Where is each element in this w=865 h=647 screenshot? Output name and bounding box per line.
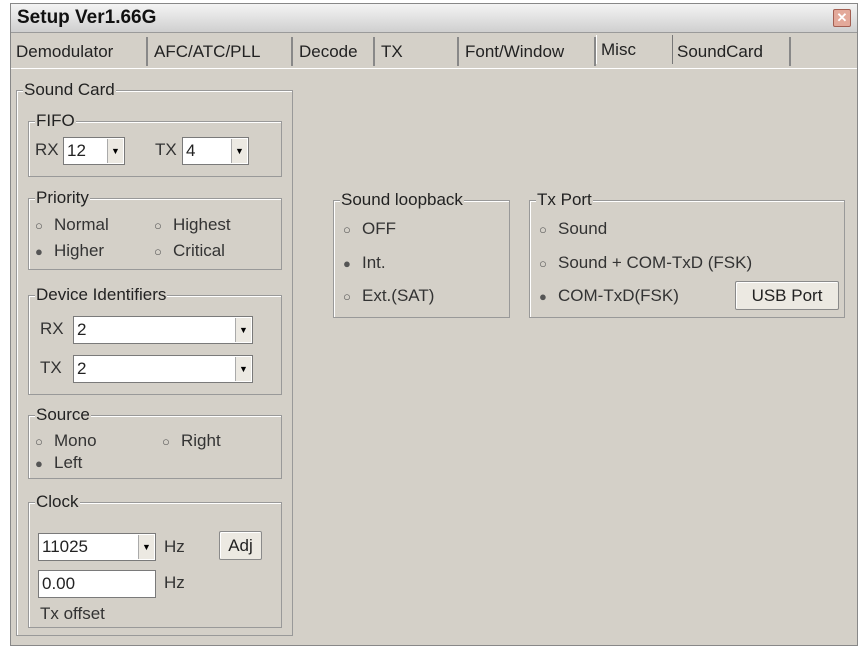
chevron-down-icon[interactable]: ▼ [235,318,251,342]
radio-icon: ○ [539,222,547,237]
tx-port-sound-fsk-label: Sound + COM-TxD (FSK) [558,253,753,272]
tx-offset-label: Tx offset [40,604,105,623]
sound-card-title: Sound Card [23,80,116,100]
chevron-down-icon[interactable]: ▼ [138,535,154,559]
tab-soundcard[interactable]: SoundCard [673,37,791,66]
radio-icon: ○ [35,434,43,449]
tx-offset-input[interactable]: 0.00 [38,570,156,598]
tab-tx[interactable]: TX [377,37,459,66]
tx-port-group: Tx Port ○ Sound ○ Sound + COM-TxD (FSK) ● C… [529,190,845,318]
device-rx-select[interactable]: 2 ▼ [73,316,253,344]
loopback-int-radio[interactable]: ● Int. [343,253,386,273]
source-group: Source ○ Mono ○ Right ● Left [28,405,282,479]
priority-group: Priority ○ Normal ○ Highest ● Higher ○ Criti… [28,188,282,270]
source-left-label: Left [54,453,83,472]
priority-critical-radio[interactable]: ○ Critical [154,241,225,261]
device-tx-label: TX [40,358,62,377]
tab-bar: Demodulator AFC/ATC/PLL Decode TX Font/W… [11,35,857,67]
fifo-group: FIFO RX 12 ▼ TX 4 ▼ [28,111,282,177]
tab-font-window[interactable]: Font/Window [461,37,596,66]
radio-icon: ○ [154,244,162,259]
radio-icon: ● [343,256,351,271]
tab-afc-atc-pll[interactable]: AFC/ATC/PLL [150,37,293,66]
priority-highest-label: Highest [173,215,231,234]
misc-panel: Sound Card FIFO RX 12 ▼ TX 4 ▼ Priority … [11,68,857,646]
tx-offset-value: 0.00 [42,574,76,593]
source-right-radio[interactable]: ○ Right [162,431,221,451]
radio-icon: ○ [154,218,162,233]
tx-port-com-txd-radio[interactable]: ● COM-TxD(FSK) [539,286,679,306]
tx-port-com-txd-label: COM-TxD(FSK) [558,286,679,305]
source-mono-radio[interactable]: ○ Mono [35,431,97,451]
fifo-title: FIFO [35,111,76,131]
source-left-radio[interactable]: ● Left [35,453,82,473]
clock-rate-unit: Hz [164,537,185,556]
adj-button[interactable]: Adj [219,531,262,560]
tab-decode[interactable]: Decode [295,37,375,66]
title-bar: Setup Ver1.66G ✕ [11,4,857,33]
priority-normal-radio[interactable]: ○ Normal [35,215,109,235]
radio-icon: ● [35,456,43,471]
radio-icon: ○ [343,289,351,304]
tx-port-sound-label: Sound [558,219,608,238]
loopback-ext-radio[interactable]: ○ Ext.(SAT) [343,286,434,306]
clock-rate-value: 11025 [42,537,89,556]
radio-icon: ○ [343,222,351,237]
sound-loopback-group: Sound loopback ○ OFF ● Int. ○ Ext.(SAT) [333,190,510,318]
device-tx-select[interactable]: 2 ▼ [73,355,253,383]
device-tx-value: 2 [77,359,87,378]
loopback-ext-label: Ext.(SAT) [362,286,435,305]
loopback-int-label: Int. [362,253,386,272]
fifo-tx-value: 4 [186,141,196,160]
source-title: Source [35,405,91,425]
priority-highest-radio[interactable]: ○ Highest [154,215,231,235]
sound-card-group: Sound Card FIFO RX 12 ▼ TX 4 ▼ Priority … [16,80,293,636]
window-title: Setup Ver1.66G [17,7,157,28]
radio-icon: ● [539,289,547,304]
tx-offset-unit: Hz [164,573,185,592]
priority-higher-radio[interactable]: ● Higher [35,241,104,261]
tab-demodulator[interactable]: Demodulator [12,37,148,66]
radio-icon: ○ [539,256,547,271]
radio-icon: ○ [162,434,170,449]
device-rx-label: RX [40,319,64,338]
fifo-rx-label: RX [35,140,59,159]
tx-port-title: Tx Port [536,190,593,210]
clock-rate-select[interactable]: 11025 ▼ [38,533,156,561]
radio-icon: ○ [35,218,43,233]
priority-critical-label: Critical [173,241,225,260]
chevron-down-icon[interactable]: ▼ [235,357,251,381]
priority-title: Priority [35,188,90,208]
tab-misc[interactable]: Misc [596,35,673,64]
fifo-tx-label: TX [155,140,177,159]
clock-title: Clock [35,492,80,512]
setup-window: Setup Ver1.66G ✕ Demodulator AFC/ATC/PLL… [10,3,858,646]
usb-port-button[interactable]: USB Port [735,281,839,310]
chevron-down-icon[interactable]: ▼ [107,139,123,163]
fifo-rx-value: 12 [67,141,86,160]
device-identifiers-group: Device Identifiers RX 2 ▼ TX 2 ▼ [28,285,282,395]
chevron-down-icon[interactable]: ▼ [231,139,247,163]
clock-group: Clock 11025 ▼ Hz Adj 0.00 Hz Tx offset [28,492,282,628]
tx-port-sound-fsk-radio[interactable]: ○ Sound + COM-TxD (FSK) [539,253,752,273]
radio-icon: ● [35,244,43,259]
fifo-rx-select[interactable]: 12 ▼ [63,137,125,165]
fifo-tx-select[interactable]: 4 ▼ [182,137,249,165]
loopback-off-radio[interactable]: ○ OFF [343,219,396,239]
tx-port-sound-radio[interactable]: ○ Sound [539,219,607,239]
close-icon[interactable]: ✕ [833,9,851,27]
priority-normal-label: Normal [54,215,109,234]
source-mono-label: Mono [54,431,97,450]
source-right-label: Right [181,431,221,450]
sound-loopback-title: Sound loopback [340,190,464,210]
device-rx-value: 2 [77,320,87,339]
device-identifiers-title: Device Identifiers [35,285,168,305]
loopback-off-label: OFF [362,219,396,238]
priority-higher-label: Higher [54,241,105,260]
